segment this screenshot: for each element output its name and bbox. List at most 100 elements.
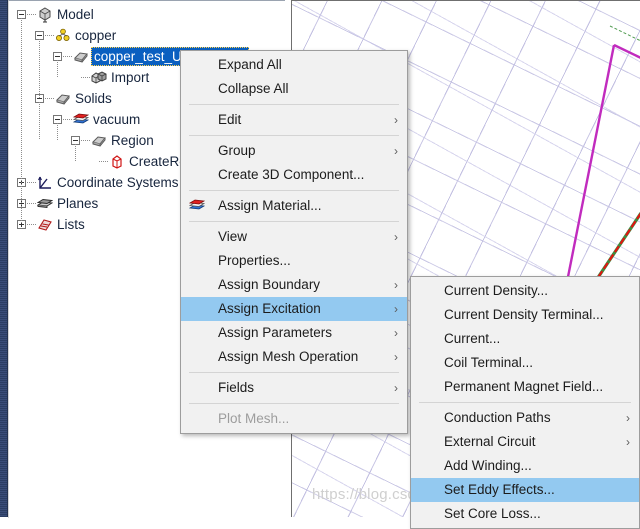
tree-item-copper[interactable]: copper bbox=[9, 25, 285, 46]
tree-connector bbox=[27, 203, 36, 204]
menu-item-label: Assign Mesh Operation bbox=[218, 349, 359, 364]
menu-item-label: Expand All bbox=[218, 57, 282, 72]
tree-connector bbox=[39, 102, 40, 140]
menu-item-current[interactable]: Current... bbox=[411, 327, 639, 351]
tree-item-label: Solids bbox=[75, 91, 112, 106]
menu-item-current-density-terminal[interactable]: Current Density Terminal... bbox=[411, 303, 639, 327]
menu-item-permanent-magnet-field[interactable]: Permanent Magnet Field... bbox=[411, 375, 639, 399]
menu-item-edit[interactable]: Edit › bbox=[181, 108, 407, 132]
menu-item-assign-mesh-operation[interactable]: Assign Mesh Operation › bbox=[181, 345, 407, 369]
menu-item-expand-all[interactable]: Expand All bbox=[181, 53, 407, 77]
menu-item-label: Current... bbox=[444, 331, 501, 346]
menu-item-assign-material[interactable]: Assign Material... bbox=[181, 194, 407, 218]
tree-item-label: Region bbox=[111, 133, 154, 148]
menu-separator bbox=[189, 135, 399, 136]
menu-item-label: Set Core Loss... bbox=[444, 506, 541, 521]
menu-item-label: Current Density Terminal... bbox=[444, 307, 604, 322]
chevron-right-icon: › bbox=[394, 144, 398, 158]
chevron-right-icon: › bbox=[394, 230, 398, 244]
lists-icon bbox=[37, 217, 53, 233]
tree-connector bbox=[57, 123, 58, 140]
menu-item-label: External Circuit bbox=[444, 434, 536, 449]
menu-separator bbox=[419, 402, 631, 403]
menu-item-assign-excitation[interactable]: Assign Excitation › bbox=[181, 297, 407, 321]
object-context-menu[interactable]: Expand All Collapse All Edit › Group › Create … bbox=[180, 50, 408, 434]
chevron-right-icon: › bbox=[394, 302, 398, 316]
menu-item-label: Coil Terminal... bbox=[444, 355, 534, 370]
tree-item-label: Model bbox=[57, 7, 94, 22]
material-stack-icon bbox=[73, 112, 89, 128]
menu-item-view[interactable]: View › bbox=[181, 225, 407, 249]
chevron-right-icon: › bbox=[394, 350, 398, 364]
chevron-right-icon: › bbox=[626, 435, 630, 449]
import-icon bbox=[91, 70, 107, 86]
menu-item-label: Assign Excitation bbox=[218, 301, 321, 316]
tree-item-model[interactable]: Model bbox=[9, 4, 285, 25]
menu-item-set-eddy-effects[interactable]: Set Eddy Effects... bbox=[411, 478, 639, 502]
menu-item-label: Create 3D Component... bbox=[218, 167, 365, 182]
copper-group-icon bbox=[55, 28, 71, 44]
menu-item-label: Group bbox=[218, 143, 256, 158]
menu-item-coil-terminal[interactable]: Coil Terminal... bbox=[411, 351, 639, 375]
menu-item-assign-parameters[interactable]: Assign Parameters › bbox=[181, 321, 407, 345]
menu-item-fields[interactable]: Fields › bbox=[181, 376, 407, 400]
tree-item-label: Planes bbox=[57, 196, 99, 211]
create-region-icon bbox=[109, 154, 125, 170]
menu-separator bbox=[189, 372, 399, 373]
menu-separator bbox=[189, 104, 399, 105]
menu-item-plot-mesh: Plot Mesh... bbox=[181, 407, 407, 431]
menu-item-label: Plot Mesh... bbox=[218, 411, 290, 426]
menu-item-label: Assign Material... bbox=[218, 198, 322, 213]
chevron-right-icon: › bbox=[394, 278, 398, 292]
menu-separator bbox=[189, 403, 399, 404]
menu-item-properties[interactable]: Properties... bbox=[181, 249, 407, 273]
tree-connector bbox=[57, 60, 58, 77]
material-stack-icon bbox=[188, 198, 206, 214]
menu-item-set-core-loss[interactable]: Set Core Loss... bbox=[411, 502, 639, 526]
chevron-right-icon: › bbox=[394, 113, 398, 127]
menu-item-group[interactable]: Group › bbox=[181, 139, 407, 163]
menu-item-collapse-all[interactable]: Collapse All bbox=[181, 77, 407, 101]
solid-icon bbox=[55, 91, 71, 107]
tree-item-label: Coordinate Systems bbox=[57, 175, 179, 190]
menu-item-label: Edit bbox=[218, 112, 242, 127]
menu-separator bbox=[189, 221, 399, 222]
menu-item-label: Add Winding... bbox=[444, 458, 532, 473]
tree-connector bbox=[75, 144, 76, 161]
menu-item-assign-boundary[interactable]: Assign Boundary › bbox=[181, 273, 407, 297]
menu-item-label: Permanent Magnet Field... bbox=[444, 379, 604, 394]
menu-item-label: Assign Boundary bbox=[218, 277, 321, 292]
tree-connector bbox=[39, 39, 40, 98]
tree-connector bbox=[21, 18, 22, 224]
tree-item-label: copper bbox=[75, 28, 117, 43]
tree-connector bbox=[63, 56, 72, 57]
menu-item-external-circuit[interactable]: External Circuit › bbox=[411, 430, 639, 454]
menu-item-create-3d-component[interactable]: Create 3D Component... bbox=[181, 163, 407, 187]
menu-separator bbox=[189, 190, 399, 191]
chevron-right-icon: › bbox=[394, 326, 398, 340]
coordinate-systems-icon bbox=[37, 175, 53, 191]
tree-connector bbox=[63, 119, 72, 120]
menu-item-label: Collapse All bbox=[218, 81, 289, 96]
menu-item-conduction-paths[interactable]: Conduction Paths › bbox=[411, 406, 639, 430]
chevron-right-icon: › bbox=[394, 381, 398, 395]
tree-connector bbox=[27, 14, 36, 15]
tree-connector bbox=[27, 182, 36, 183]
planes-icon bbox=[37, 196, 53, 212]
assign-excitation-submenu[interactable]: Current Density... Current Density Termin… bbox=[410, 276, 640, 529]
menu-item-current-density[interactable]: Current Density... bbox=[411, 279, 639, 303]
menu-item-label: View bbox=[218, 229, 248, 244]
menu-item-label: Set Eddy Effects... bbox=[444, 482, 555, 497]
menu-item-add-winding[interactable]: Add Winding... bbox=[411, 454, 639, 478]
tree-item-label: Import bbox=[111, 70, 150, 85]
tree-connector bbox=[45, 98, 54, 99]
chevron-right-icon: › bbox=[626, 411, 630, 425]
tree-item-label: vacuum bbox=[93, 112, 141, 127]
tree-item-label: Lists bbox=[57, 217, 85, 232]
tree-connector bbox=[81, 140, 90, 141]
menu-item-label: Properties... bbox=[218, 253, 291, 268]
solid-icon bbox=[91, 133, 107, 149]
menu-item-label: Fields bbox=[218, 380, 255, 395]
model-icon bbox=[37, 7, 53, 23]
tree-connector bbox=[45, 35, 54, 36]
